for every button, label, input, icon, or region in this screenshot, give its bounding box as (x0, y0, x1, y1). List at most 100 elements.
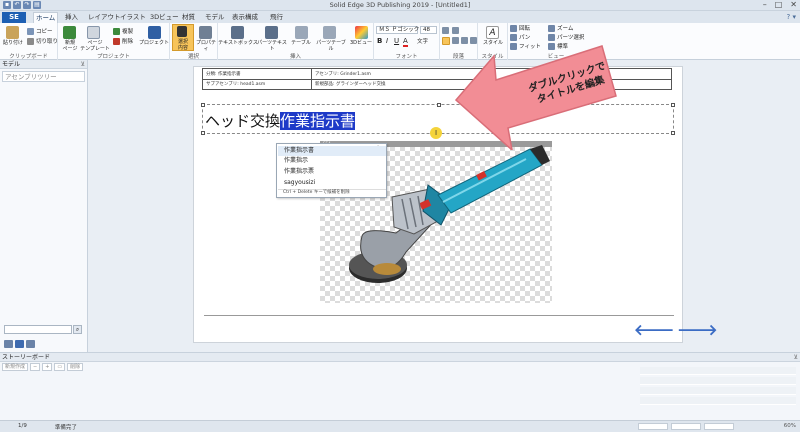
pin-icon[interactable]: ⊻ (81, 60, 85, 69)
group-label: 選択 (187, 54, 199, 60)
search-icon[interactable]: ⌕ (73, 325, 82, 334)
zoom-level[interactable]: 60% (784, 423, 796, 429)
resize-handle[interactable] (201, 131, 205, 135)
minimize-icon[interactable]: – (763, 0, 767, 9)
tab-illustration[interactable]: イラスト (118, 12, 148, 23)
help-icon[interactable]: ? ▾ (787, 13, 796, 21)
textbox-button[interactable]: テキストボックス (218, 40, 258, 46)
ime-candidate-list[interactable]: ✕ 🔍 作業指示書 作業指示 作業指示票 sagyousizi Ctrl + D… (276, 143, 387, 198)
resize-handle[interactable] (201, 103, 205, 107)
search-input[interactable] (4, 325, 72, 334)
tab-model[interactable]: モデル (203, 12, 227, 23)
storyboard-row (640, 377, 796, 385)
font-size-select[interactable]: 48 (420, 26, 437, 34)
page-counter: 1/9 (18, 423, 27, 429)
numbering-button[interactable] (452, 27, 459, 34)
status-fields (638, 423, 734, 430)
title-bar: ▪ ↶ ↷ ▤ Solid Edge 3D Publishing 2019 - … (0, 0, 800, 11)
font-color-icon: A (403, 37, 408, 47)
duplicate-icon (113, 27, 120, 35)
remove-step-button[interactable]: − (30, 363, 41, 371)
pointer-icon (177, 26, 187, 37)
delete-button[interactable]: 削除 (113, 37, 133, 45)
add-step-button[interactable]: + (42, 363, 53, 371)
parts-table-button[interactable]: パーツテーブル (314, 40, 348, 52)
document-title[interactable]: ヘッド交換作業指示書 (205, 110, 356, 131)
new-page-icon[interactable] (63, 26, 76, 39)
storyboard-row (640, 367, 796, 375)
ime-hint: Ctrl + Delete キーで候補を削除 (283, 190, 350, 195)
font-color-button[interactable]: A (403, 37, 408, 47)
project-icon[interactable] (148, 26, 161, 39)
select-group: 選択 内容 プロパティ 選択 (170, 23, 218, 60)
paste-button[interactable]: 貼り付け (0, 40, 26, 46)
assembly-tree-label[interactable]: アセンブリツリー (2, 71, 85, 82)
tab-3d-view[interactable]: 3Dビュー (148, 12, 181, 23)
style-icon[interactable]: A (486, 26, 499, 39)
model-pane-header: モデル ⊻ (0, 60, 87, 69)
3d-view-button[interactable]: 3Dビュー (348, 40, 374, 46)
parts-table-icon[interactable] (323, 26, 336, 39)
page-template-icon[interactable] (87, 26, 100, 39)
tab-material[interactable]: 材質 (180, 12, 197, 23)
close-icon[interactable]: ✕ (790, 0, 797, 9)
numbered-list-icon (452, 27, 459, 34)
ime-candidate[interactable]: 作業指示 (278, 156, 386, 166)
resize-handle[interactable] (671, 131, 675, 135)
previous-page-arrow-icon[interactable]: 🡐 (634, 320, 674, 339)
maximize-icon[interactable]: □ (775, 0, 783, 9)
table-icon[interactable] (295, 26, 308, 39)
title-selection: 作業指示書 (280, 112, 356, 130)
tab-home[interactable]: ホーム (33, 12, 59, 23)
capture-step-button[interactable]: ▭ (54, 363, 66, 371)
page-template-button[interactable]: ページ テンプレート (80, 40, 110, 52)
pin-icon[interactable]: ⊻ (794, 353, 798, 362)
ime-candidate[interactable]: 作業指示票 (278, 167, 386, 177)
tab-insert[interactable]: 挿入 (63, 12, 80, 23)
properties-button[interactable]: プロパティ (194, 40, 218, 52)
next-page-arrow-icon[interactable]: 🡒 (677, 320, 717, 339)
resize-handle[interactable] (671, 103, 675, 107)
new-page-button[interactable]: 新規 ページ (58, 40, 82, 52)
textbox-icon[interactable] (231, 26, 244, 39)
duplicate-button[interactable]: 複製 (113, 27, 133, 35)
application-button[interactable]: SE (2, 12, 26, 23)
page-divider (204, 315, 674, 316)
bullets-button[interactable] (442, 27, 449, 34)
align-left-button[interactable] (442, 37, 450, 45)
zoom-button[interactable]: ズーム (548, 24, 573, 32)
clipboard-group: 貼り付け コピー 切り取り クリップボード (0, 23, 58, 60)
properties-icon[interactable] (199, 26, 212, 39)
group-label: プロジェクト (96, 54, 130, 60)
resize-handle[interactable] (437, 103, 441, 107)
new-step-button[interactable]: 新規作成 (2, 363, 29, 371)
copy-button[interactable]: コピー (27, 27, 53, 35)
3d-view-icon[interactable] (355, 26, 368, 39)
italic-button[interactable]: I (386, 37, 388, 45)
group-label: 挿入 (289, 54, 301, 60)
select-tool-label: 選択 内容 (177, 39, 188, 51)
group-label: クリップボード (9, 54, 48, 60)
bold-button[interactable]: B (377, 37, 382, 45)
layer-tab-icon[interactable] (15, 340, 24, 348)
ime-candidate[interactable]: 作業指示書 (278, 146, 386, 156)
paste-icon[interactable] (6, 26, 19, 39)
rotate-icon (510, 24, 517, 32)
underline-button[interactable]: U (394, 37, 399, 45)
parts-text-button[interactable]: パーツテキスト (256, 40, 288, 52)
table-button[interactable]: テーブル (288, 40, 314, 46)
project-button[interactable]: プロジェクト (138, 40, 170, 46)
tab-flight[interactable]: 飛行 (268, 12, 285, 23)
view-tab-icon[interactable] (26, 340, 35, 348)
cut-button[interactable]: 切り取り (27, 37, 58, 45)
rotate-button[interactable]: 回転 (510, 24, 530, 32)
font-name-select[interactable]: ＭＳ Ｐゴシック (376, 26, 419, 34)
model-pane: モデル ⊻ アセンブリツリー ⌕ (0, 60, 88, 352)
tab-display-config[interactable]: 表示構成 (230, 12, 260, 23)
char-settings-button[interactable]: 文字 (417, 37, 428, 45)
header-table-col-divider (311, 69, 312, 89)
model-tab-icon[interactable] (4, 340, 13, 348)
ime-candidate[interactable]: sagyousizi (278, 178, 386, 188)
parts-text-icon[interactable] (265, 26, 278, 39)
delete-step-button[interactable]: 削除 (67, 363, 84, 371)
